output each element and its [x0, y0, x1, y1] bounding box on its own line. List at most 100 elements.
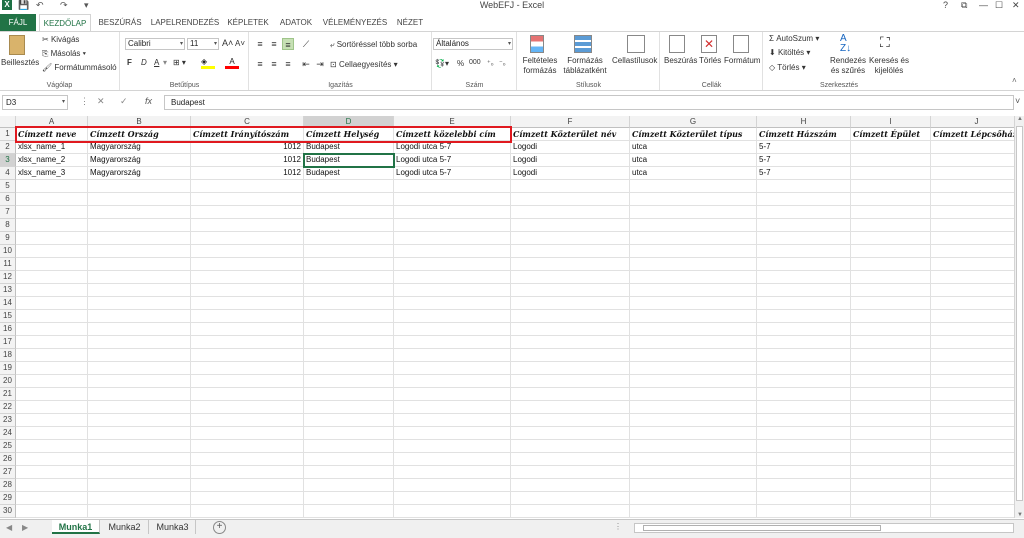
cell-j8[interactable] — [931, 219, 1014, 232]
cell-h17[interactable] — [757, 336, 851, 349]
cell-f2[interactable]: Logodi — [511, 141, 630, 154]
cell-a16[interactable] — [16, 323, 88, 336]
cell-h9[interactable] — [757, 232, 851, 245]
cell-c12[interactable] — [191, 271, 304, 284]
cell-e20[interactable] — [394, 375, 511, 388]
vertical-scroll-thumb[interactable] — [1016, 126, 1023, 501]
cell-h11[interactable] — [757, 258, 851, 271]
bold-button[interactable]: F — [127, 58, 132, 67]
cell-g15[interactable] — [630, 310, 757, 323]
cell-j23[interactable] — [931, 414, 1014, 427]
format-as-table-button[interactable]: Formázás táblázatként — [562, 56, 608, 76]
cell-f27[interactable] — [511, 466, 630, 479]
cell-h14[interactable] — [757, 297, 851, 310]
binoculars-icon[interactable]: ⛶ — [880, 35, 890, 49]
tab-view[interactable]: NÉZET — [394, 14, 426, 31]
cell-j14[interactable] — [931, 297, 1014, 310]
cell-i15[interactable] — [851, 310, 931, 323]
cell-e14[interactable] — [394, 297, 511, 310]
cell-f25[interactable] — [511, 440, 630, 453]
cell-e10[interactable] — [394, 245, 511, 258]
cell-b26[interactable] — [88, 453, 191, 466]
cell-e5[interactable] — [394, 180, 511, 193]
cell-c1[interactable]: Címzett Irányítószám — [191, 128, 304, 141]
cell-a26[interactable] — [16, 453, 88, 466]
orientation-icon[interactable]: ⟋ — [300, 38, 312, 50]
format-as-table-icon[interactable] — [574, 35, 592, 53]
cell-d29[interactable] — [304, 492, 394, 505]
row-header-5[interactable]: 5 — [0, 180, 16, 193]
grow-font-button[interactable]: A˄ — [222, 38, 233, 48]
align-bottom-icon[interactable]: ≡ — [282, 38, 294, 50]
percent-button[interactable]: % — [457, 59, 464, 68]
cell-f30[interactable] — [511, 505, 630, 518]
cell-j26[interactable] — [931, 453, 1014, 466]
cell-i26[interactable] — [851, 453, 931, 466]
cell-f26[interactable] — [511, 453, 630, 466]
cell-e8[interactable] — [394, 219, 511, 232]
cell-a22[interactable] — [16, 401, 88, 414]
merge-center-button[interactable]: ⊡ Cellaegyesítés ▾ — [330, 60, 398, 69]
cell-j29[interactable] — [931, 492, 1014, 505]
format-cells-button[interactable]: Formátum — [724, 56, 760, 65]
thousands-button[interactable]: 000 — [469, 59, 481, 66]
align-top-icon[interactable]: ≡ — [254, 38, 266, 50]
cell-d28[interactable] — [304, 479, 394, 492]
cell-i29[interactable] — [851, 492, 931, 505]
cell-i22[interactable] — [851, 401, 931, 414]
row-header-1[interactable]: 1 — [0, 128, 16, 141]
cell-a17[interactable] — [16, 336, 88, 349]
close-icon[interactable]: ✕ — [1012, 0, 1020, 10]
sort-filter-icon[interactable]: A Z↓ — [840, 34, 851, 54]
cell-f24[interactable] — [511, 427, 630, 440]
cell-f17[interactable] — [511, 336, 630, 349]
cell-j15[interactable] — [931, 310, 1014, 323]
cell-c23[interactable] — [191, 414, 304, 427]
cell-c20[interactable] — [191, 375, 304, 388]
cell-g14[interactable] — [630, 297, 757, 310]
font-color-icon[interactable]: A — [225, 58, 239, 70]
cell-i8[interactable] — [851, 219, 931, 232]
cell-g4[interactable]: utca — [630, 167, 757, 180]
cell-c28[interactable] — [191, 479, 304, 492]
select-all-corner[interactable] — [0, 116, 16, 128]
row-header-18[interactable]: 18 — [0, 349, 16, 362]
cell-h24[interactable] — [757, 427, 851, 440]
cell-d24[interactable] — [304, 427, 394, 440]
cell-h27[interactable] — [757, 466, 851, 479]
cell-d20[interactable] — [304, 375, 394, 388]
cell-d27[interactable] — [304, 466, 394, 479]
cell-j7[interactable] — [931, 206, 1014, 219]
cell-i25[interactable] — [851, 440, 931, 453]
cell-c16[interactable] — [191, 323, 304, 336]
cell-i6[interactable] — [851, 193, 931, 206]
cell-e27[interactable] — [394, 466, 511, 479]
cell-c13[interactable] — [191, 284, 304, 297]
cell-b16[interactable] — [88, 323, 191, 336]
cell-b18[interactable] — [88, 349, 191, 362]
cell-e15[interactable] — [394, 310, 511, 323]
cell-d23[interactable] — [304, 414, 394, 427]
column-header-h[interactable]: H — [757, 116, 851, 128]
ribbon-display-icon[interactable]: ⧉ — [961, 0, 967, 10]
sheet-tab-munka2[interactable]: Munka2 — [101, 520, 149, 534]
cell-h10[interactable] — [757, 245, 851, 258]
cell-h21[interactable] — [757, 388, 851, 401]
conditional-formatting-icon[interactable] — [530, 35, 544, 53]
cell-h6[interactable] — [757, 193, 851, 206]
cell-d19[interactable] — [304, 362, 394, 375]
sort-filter-button[interactable]: Rendezés és szűrés — [828, 56, 868, 76]
cell-b19[interactable] — [88, 362, 191, 375]
cell-d17[interactable] — [304, 336, 394, 349]
cell-g19[interactable] — [630, 362, 757, 375]
cell-e26[interactable] — [394, 453, 511, 466]
worksheet-grid[interactable]: A B C D E F G H I J 1 Címzett neve Címzett Ország Cím… — [0, 116, 1014, 518]
cell-c21[interactable] — [191, 388, 304, 401]
delete-cells-icon[interactable]: ✕ — [701, 35, 717, 53]
cell-j27[interactable] — [931, 466, 1014, 479]
cell-i4[interactable] — [851, 167, 931, 180]
tab-split-icon[interactable]: ⋮ — [614, 522, 622, 531]
horizontal-scroll-thumb[interactable] — [643, 525, 881, 531]
cell-e28[interactable] — [394, 479, 511, 492]
cell-a23[interactable] — [16, 414, 88, 427]
